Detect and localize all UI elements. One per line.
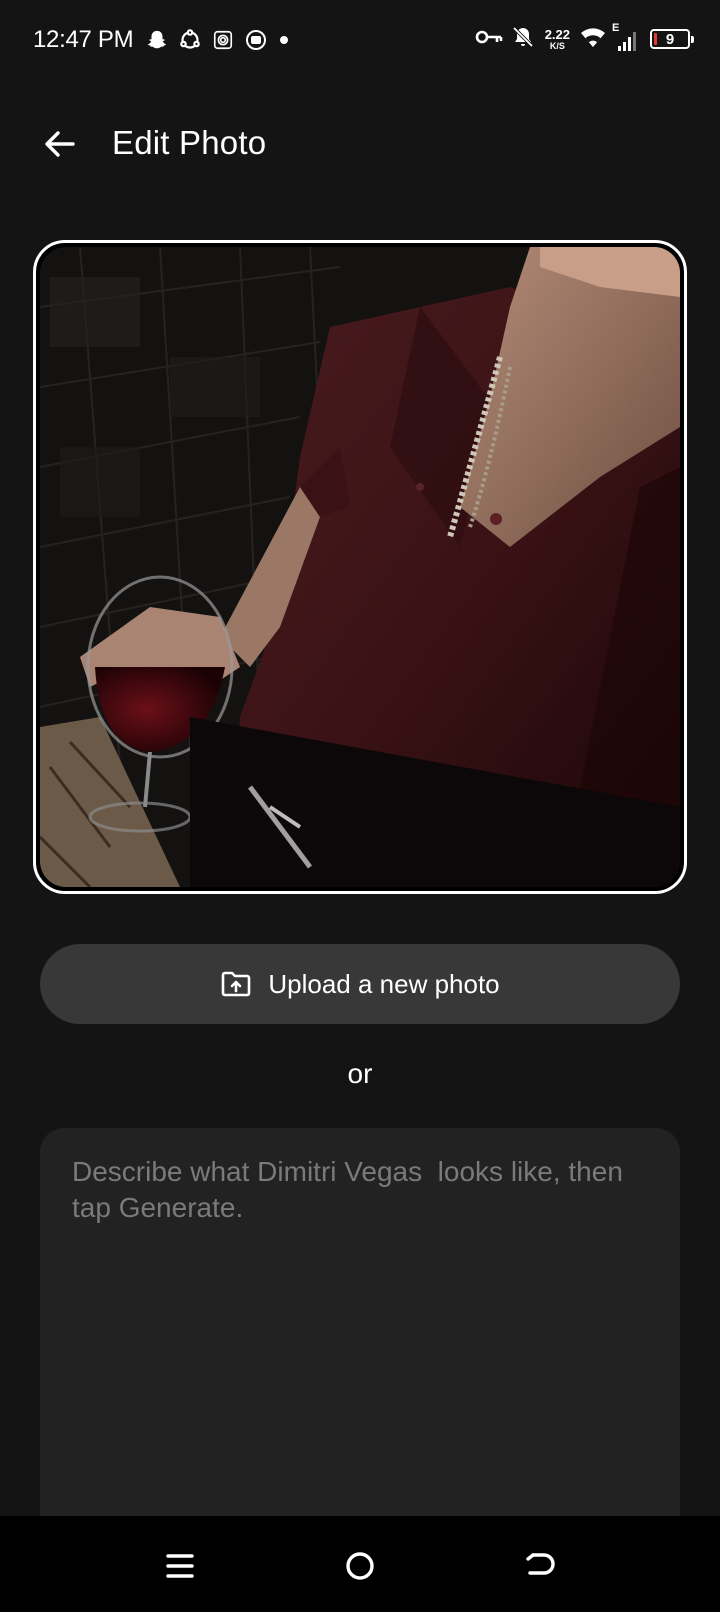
network-speed-unit: K/S bbox=[549, 40, 565, 51]
battery-fill bbox=[654, 33, 657, 45]
network-speed: 2.22 K/S bbox=[545, 28, 570, 51]
description-input[interactable] bbox=[72, 1154, 648, 1522]
upload-photo-button[interactable]: Upload a new photo bbox=[40, 944, 680, 1024]
recent-apps-button[interactable] bbox=[152, 1538, 208, 1594]
back-button[interactable] bbox=[38, 122, 82, 166]
home-icon bbox=[346, 1552, 374, 1580]
battery-level: 9 bbox=[665, 30, 675, 48]
profile-photo-frame[interactable] bbox=[33, 240, 687, 894]
description-box bbox=[40, 1128, 680, 1548]
or-separator: or bbox=[347, 1058, 373, 1089]
network-speed-value: 2.22 bbox=[544, 26, 570, 42]
sync-icon bbox=[178, 28, 202, 52]
home-button[interactable] bbox=[332, 1538, 388, 1594]
arrow-left-icon bbox=[45, 131, 75, 157]
upload-photo-label: Upload a new photo bbox=[268, 968, 500, 999]
dot-icon bbox=[278, 34, 290, 46]
folder-upload-icon bbox=[222, 971, 251, 997]
back-icon bbox=[526, 1553, 555, 1575]
status-bar: 12:47 PM 2.22 K/S E 9 bbox=[0, 0, 720, 80]
navigation-bar bbox=[0, 1516, 720, 1612]
battery-icon: 9 bbox=[650, 29, 694, 49]
page-title: Edit Photo bbox=[112, 124, 267, 161]
signal-icon: E bbox=[612, 22, 638, 52]
notification-icons bbox=[146, 26, 290, 54]
vpn-key-icon bbox=[475, 27, 503, 52]
snapchat-icon bbox=[146, 29, 168, 51]
media-icon bbox=[244, 28, 268, 52]
menu-icon bbox=[166, 1554, 194, 1578]
wifi-icon bbox=[580, 26, 606, 53]
status-time: 12:47 PM bbox=[33, 26, 134, 53]
fingerprint-icon bbox=[212, 29, 234, 51]
network-type: E bbox=[612, 22, 620, 34]
profile-photo bbox=[40, 247, 680, 887]
notifications-off-icon bbox=[511, 25, 535, 54]
system-icons: 2.22 K/S E 9 bbox=[475, 22, 694, 56]
system-back-button[interactable] bbox=[512, 1538, 568, 1594]
